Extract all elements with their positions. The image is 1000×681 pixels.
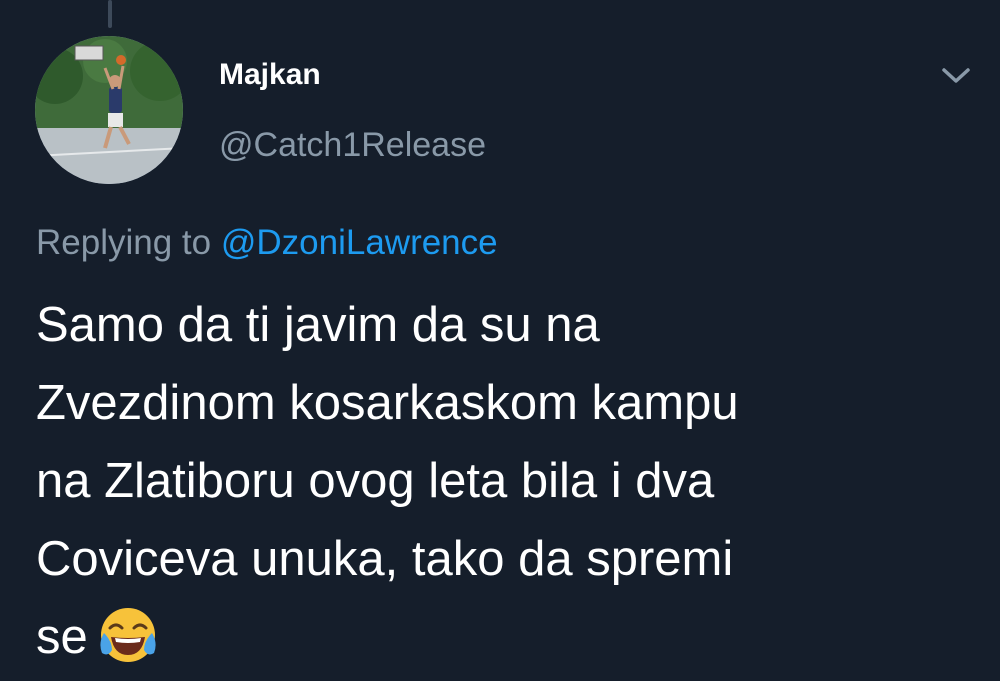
- tweet-text: Samo da ti javim da su na Zvezdinom kosa…: [36, 286, 976, 676]
- author-display-name[interactable]: Majkan: [219, 58, 321, 92]
- thread-connector-line: [108, 0, 112, 28]
- avatar-image: [35, 36, 183, 184]
- tweet-text-line: na Zlatiboru ovog leta bila i dva: [36, 454, 715, 508]
- tweet-text-line: Zvezdinom kosarkaskom kampu: [36, 376, 739, 430]
- avatar[interactable]: [35, 36, 183, 184]
- author-handle[interactable]: @Catch1Release: [219, 126, 486, 165]
- replying-to-line: Replying to @DzoniLawrence: [36, 223, 498, 263]
- tweet-text-segment: se: [36, 610, 88, 664]
- chevron-down-icon[interactable]: [936, 62, 976, 90]
- tweet-text-line: Samo da ti javim da su na: [36, 298, 600, 352]
- tweet-text-line-last: se: [36, 598, 976, 676]
- face-with-tears-of-joy-icon: [100, 608, 156, 662]
- tweet-text-line: Coviceva unuka, tako da spremi: [36, 532, 734, 586]
- replying-to-prefix: Replying to: [36, 223, 212, 262]
- reply-mention-link[interactable]: @DzoniLawrence: [221, 223, 498, 262]
